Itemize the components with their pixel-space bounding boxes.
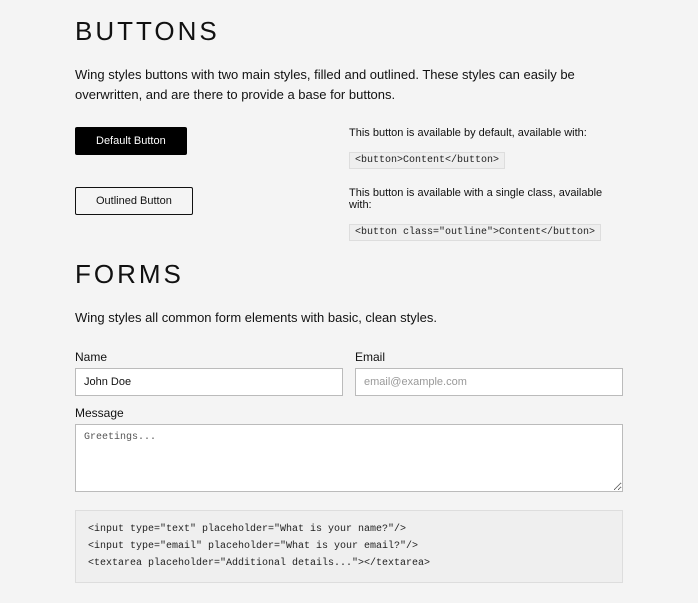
buttons-heading: BUTTONS	[75, 16, 623, 47]
message-label: Message	[75, 406, 623, 420]
message-textarea[interactable]: Greetings...	[75, 424, 623, 492]
page-container: BUTTONS Wing styles buttons with two mai…	[0, 16, 698, 603]
form-row-name-email: Name Email	[75, 350, 623, 396]
buttons-lead: Wing styles buttons with two main styles…	[75, 65, 623, 105]
default-button[interactable]: Default Button	[75, 127, 187, 155]
name-label: Name	[75, 350, 343, 364]
default-button-code: <button>Content</button>	[349, 152, 505, 169]
default-button-desc: This button is available by default, ava…	[349, 127, 623, 139]
forms-heading: FORMS	[75, 259, 623, 290]
outlined-button-code: <button class="outline">Content</button>	[349, 224, 601, 241]
email-label: Email	[355, 350, 623, 364]
default-button-row: Default Button This button is available …	[75, 127, 623, 169]
outlined-button-desc: This button is available with a single c…	[349, 187, 623, 211]
email-input[interactable]	[355, 368, 623, 396]
outlined-button[interactable]: Outlined Button	[75, 187, 193, 215]
forms-codeblock: <input type="text" placeholder="What is …	[75, 510, 623, 583]
form-row-message: Message Greetings...	[75, 406, 623, 492]
name-input[interactable]	[75, 368, 343, 396]
outlined-button-row: Outlined Button This button is available…	[75, 187, 623, 241]
forms-lead: Wing styles all common form elements wit…	[75, 308, 623, 328]
